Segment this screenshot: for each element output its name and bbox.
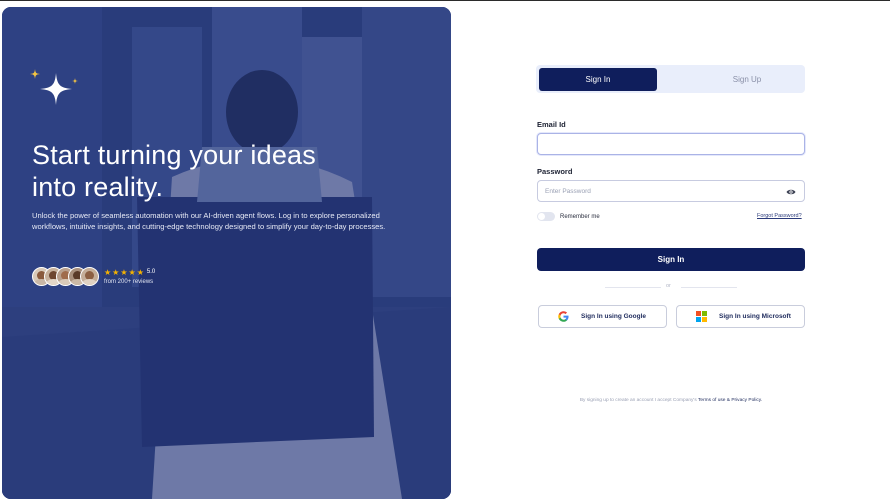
terms-link[interactable]: Terms of use & Privacy Policy. xyxy=(698,398,762,403)
password-label: Password xyxy=(537,167,573,176)
google-sign-in-label: Sign In using Google xyxy=(581,313,646,320)
microsoft-sign-in-label: Sign In using Microsoft xyxy=(719,313,791,320)
sign-in-button[interactable]: Sign In xyxy=(537,248,805,271)
divider-line xyxy=(605,287,661,288)
hero-panel: Start turning your ideas into reality. U… xyxy=(2,7,451,499)
email-field[interactable] xyxy=(537,133,805,155)
star-icon: ★ xyxy=(136,267,144,277)
eye-icon[interactable] xyxy=(786,187,796,197)
remember-toggle[interactable] xyxy=(537,212,555,221)
microsoft-icon xyxy=(696,311,707,322)
auth-tabs: Sign In Sign Up xyxy=(536,65,805,93)
rating-block: ★ ★ ★ ★ ★ 5.0 from 200+ reviews xyxy=(104,268,155,285)
tab-sign-up[interactable]: Sign Up xyxy=(688,68,806,91)
reviews-count: from 200+ reviews xyxy=(104,278,154,285)
forgot-password-link[interactable]: Forgot Password? xyxy=(757,213,802,219)
top-border xyxy=(0,0,890,1)
email-label: Email Id xyxy=(537,120,566,129)
google-sign-in-button[interactable]: Sign In using Google xyxy=(538,305,667,328)
reviews-summary: ★ ★ ★ ★ ★ 5.0 from 200+ reviews xyxy=(32,265,155,287)
terms-text: By signing up to create an account I acc… xyxy=(579,398,697,403)
microsoft-sign-in-button[interactable]: Sign In using Microsoft xyxy=(676,305,805,328)
avatar-group xyxy=(32,266,99,286)
tab-sign-in[interactable]: Sign In xyxy=(539,68,657,91)
or-text: or xyxy=(666,283,671,289)
terms-notice: By signing up to create an account I acc… xyxy=(540,398,802,403)
password-field[interactable] xyxy=(537,180,805,202)
avatar xyxy=(80,266,99,286)
email-input[interactable] xyxy=(545,140,797,148)
password-input[interactable] xyxy=(545,187,797,195)
star-icon: ★ xyxy=(104,267,112,277)
or-divider: or xyxy=(605,283,737,291)
star-icon: ★ xyxy=(128,267,136,277)
remember-label: Remember me xyxy=(560,213,600,220)
google-icon xyxy=(558,311,569,322)
rating-score: 5.0 xyxy=(146,269,156,275)
star-icon: ★ xyxy=(112,267,120,277)
hero-title: Start turning your ideas into reality. xyxy=(32,140,316,202)
sparkle-icon xyxy=(30,69,78,105)
star-icon: ★ xyxy=(120,267,128,277)
remember-me: Remember me xyxy=(537,212,600,221)
divider-line xyxy=(681,287,737,288)
hero-subtitle: Unlock the power of seamless automation … xyxy=(32,211,386,231)
